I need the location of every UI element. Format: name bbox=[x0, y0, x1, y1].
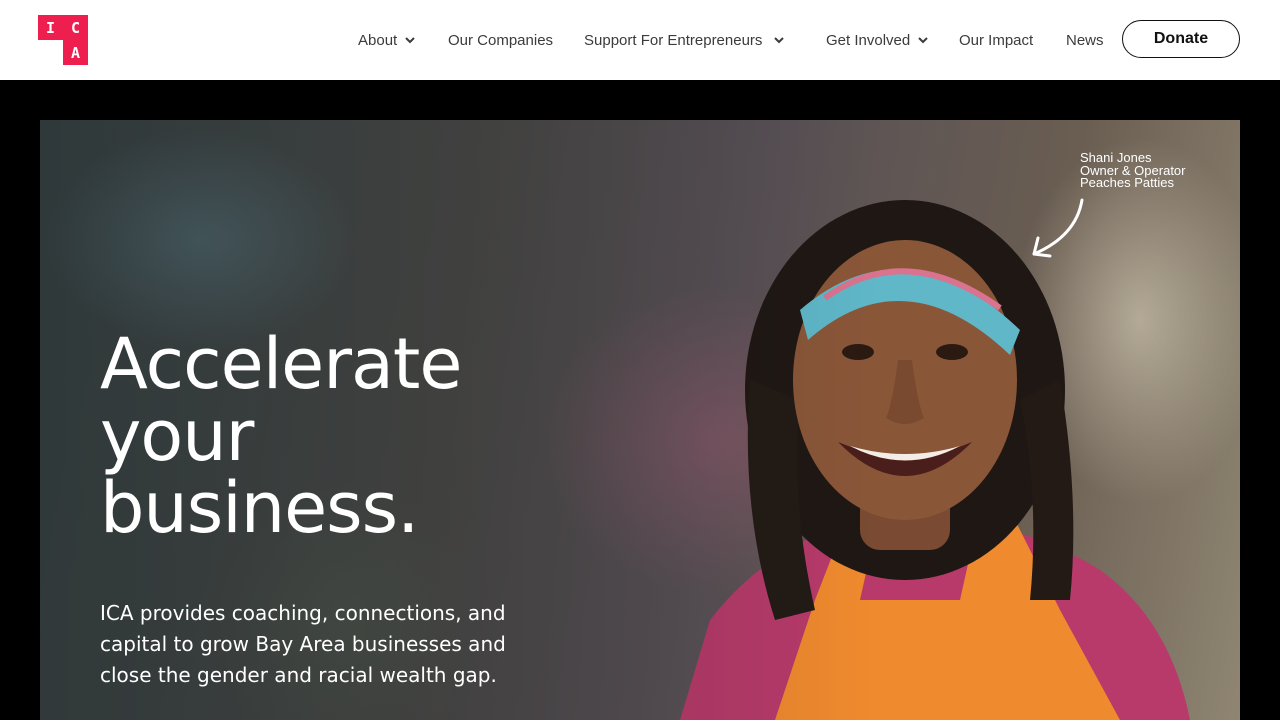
chevron-down-icon bbox=[773, 34, 785, 46]
hero-subtext: ICA provides coaching, connections, and … bbox=[100, 601, 506, 687]
chevron-down-icon bbox=[404, 34, 416, 46]
nav-label: About bbox=[358, 31, 398, 49]
nav-label: Support For Entrepreneurs bbox=[584, 31, 763, 49]
hero-banner: Accelerate your business. ICA provides c… bbox=[40, 120, 1240, 720]
nav-item-about[interactable]: About bbox=[358, 29, 416, 51]
nav-label: Our Companies bbox=[448, 31, 554, 49]
nav-item-our-companies[interactable]: Our Companies bbox=[448, 29, 553, 51]
logo-blank-cell bbox=[38, 40, 63, 65]
nav-item-news[interactable]: News bbox=[1066, 29, 1104, 51]
hero-headline: Accelerate your business. bbox=[100, 323, 462, 549]
ica-logo[interactable]: I C A bbox=[38, 15, 88, 65]
headline-line: your bbox=[100, 395, 254, 477]
nav-label: News bbox=[1066, 31, 1104, 49]
site-header: I C A About Our Companies Support For En… bbox=[0, 0, 1280, 80]
caption-company: Peaches Patties bbox=[1080, 175, 1174, 190]
donate-button[interactable]: Donate bbox=[1122, 20, 1240, 58]
nav-item-support-for-entrepreneurs[interactable]: Support For Entrepreneurs bbox=[584, 29, 785, 51]
nav-item-get-involved[interactable]: Get Involved bbox=[826, 29, 929, 51]
nav-item-our-impact[interactable]: Our Impact bbox=[959, 29, 1033, 51]
nav-label: Our Impact bbox=[959, 31, 1034, 49]
photo-caption: Shani Jones Owner & Operator Peaches Pat… bbox=[1080, 151, 1186, 190]
headline-line: business. bbox=[100, 467, 419, 549]
logo-letter-i: I bbox=[38, 15, 63, 40]
logo-letter-a: A bbox=[63, 40, 88, 65]
logo-letter-c: C bbox=[63, 15, 88, 40]
curved-arrow-icon bbox=[1032, 198, 1084, 258]
chevron-down-icon bbox=[917, 34, 929, 46]
headline-line: Accelerate bbox=[100, 323, 462, 405]
nav-label: Get Involved bbox=[826, 31, 911, 49]
